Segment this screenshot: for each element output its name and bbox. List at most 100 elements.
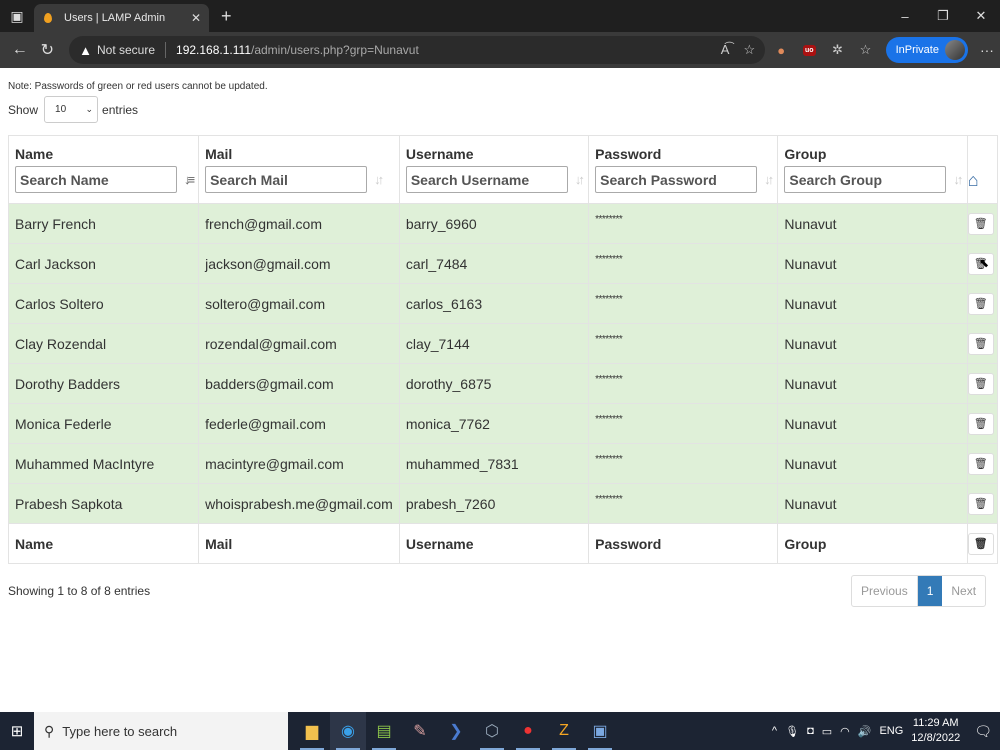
search-group-input[interactable]: Search Group [784,166,947,193]
entries-select[interactable]: 10 ⌄ [44,96,99,123]
table-row[interactable]: Dorothy Badders badders@gmail.com dorothy_… [7,363,999,404]
filezilla-app[interactable]: Z [546,712,582,750]
next-page-button[interactable]: Next [942,576,985,606]
address-bar[interactable]: ▲ Not secure 192.168.1.111/admin/users.p… [69,36,766,64]
profile-avatar [944,40,965,60]
footer-label: Name [7,523,200,564]
new-tab-button[interactable]: + [221,6,232,27]
minimize-button[interactable]: – [886,0,924,32]
cell-name: Prabesh Sapkota [7,483,200,524]
cell-name: Barry French [7,203,200,244]
read-aloud-icon[interactable]: A͡ [721,42,730,58]
cookie-extension-icon[interactable]: ● [769,36,793,64]
sort-icon[interactable]: ↓↑ [764,172,774,187]
mouse-cursor-icon: ⬉ [979,256,990,270]
inprivate-badge[interactable]: InPrivate [885,37,968,63]
back-button[interactable]: ← [6,36,34,64]
delete-user-button[interactable]: 🗑 [967,452,994,475]
cell-mail: rozendal@gmail.com [198,323,400,364]
paint-app[interactable]: ✎ [402,712,438,750]
volume-icon[interactable]: 🔊 [858,725,872,738]
extensions-puzzle-icon[interactable]: ✲ [825,36,849,64]
search-password-input[interactable]: Search Password [595,166,758,193]
cell-password: ******** [588,403,779,444]
close-window-button[interactable]: ✕ [962,0,1000,32]
search-name-input[interactable]: Search Name [15,166,177,193]
microphone-icon[interactable]: 🎙 [785,725,799,738]
refresh-icon: ↻ [40,42,55,59]
discord-icon[interactable]: ◘ [807,725,814,737]
delete-user-button[interactable]: 🗑 [967,412,994,435]
table-row[interactable]: Carlos Soltero soltero@gmail.com carlos_61… [7,283,999,324]
favorite-star-icon[interactable]: ☆ [743,42,755,58]
ublock-extension-icon[interactable]: uo [797,36,821,64]
window-controls: – ❐ ✕ [886,0,1000,32]
table-row[interactable]: Muhammed MacIntyre macintyre@gmail.com muh… [7,443,999,484]
cell-actions: 🗑 [966,323,999,364]
sort-icon[interactable]: ↓↑ [374,172,384,187]
chevron-down-icon: ⌄ [85,104,94,114]
virtualbox-app[interactable]: ⬡ [474,712,510,750]
column-header-mail: Mail Search Mail ↓↑ [198,135,400,204]
taskbar-search-placeholder: Type here to search [62,723,178,739]
more-options-icon[interactable]: ··· [980,42,994,58]
delete-user-button[interactable]: 🗑 [967,492,994,515]
table-row[interactable]: Prabesh Sapkota whoisprabesh.me@gmail.com… [7,483,999,524]
file-explorer-app[interactable]: ▆ [294,712,330,750]
network-computer-icon: ▣ [592,723,608,740]
search-mail-input[interactable]: Search Mail [205,166,368,193]
cell-username: dorothy_6875 [398,363,590,404]
powershell-icon: ❯ [449,723,463,740]
cell-password: ******** [588,203,779,244]
refresh-button[interactable]: ↻ [34,36,62,64]
trash-icon: 🗑 [973,498,988,510]
delete-user-button[interactable]: 🗑 [967,212,994,235]
column-label: Name [15,146,54,162]
table-row[interactable]: Clay Rozendal rozendal@gmail.com clay_7144… [7,323,999,364]
browser-tab[interactable]: Users | LAMP Admin ✕ [34,4,209,32]
filezilla-icon: Z [559,722,569,739]
delete-user-button[interactable]: 🗑 [967,332,994,355]
home-icon[interactable]: ⌂ [968,170,979,191]
clock[interactable]: 11:29 AM 12/8/2022 [911,716,960,746]
edge-icon: ◉ [341,723,355,740]
windows-logo-icon: ⊞ [10,723,24,740]
tab-actions-button[interactable]: ▣ [0,0,34,32]
edge-app[interactable]: ◉ [330,712,366,750]
battery-icon[interactable]: ▭ [822,725,832,738]
show-hidden-icons-icon[interactable]: ^ [772,725,777,737]
restore-button[interactable]: ❐ [924,0,962,32]
wifi-icon[interactable]: ◠ [840,725,850,738]
taskbar-search[interactable]: ⚲ Type here to search [34,712,288,750]
arrow-left-icon: ← [11,41,28,58]
delete-user-button[interactable]: 🗑 [967,292,994,315]
previous-page-button[interactable]: Previous [852,576,918,606]
table-row[interactable]: Barry French french@gmail.com barry_6960 **… [7,203,999,244]
start-button[interactable]: ⊞ [0,712,34,750]
delete-selected-button[interactable]: 🗑 [967,532,994,555]
address-separator [165,42,167,58]
sort-asc-icon[interactable]: ↓≡ [184,172,195,187]
notifications-icon[interactable]: 🗨 [974,723,992,740]
table-row[interactable]: Carl Jackson jackson@gmail.com carl_7484 **… [7,243,999,284]
security-label[interactable]: Not secure [97,43,155,57]
delete-user-button[interactable]: 🗑 [967,372,994,395]
sort-icon[interactable]: ↓↑ [953,172,963,187]
sort-icon[interactable]: ↓↑ [575,172,585,187]
trash-icon: 🗑 [973,338,988,350]
language-indicator[interactable]: ENG [879,725,903,737]
cell-group: Nunavut [777,243,968,284]
tab-close-icon[interactable]: ✕ [191,11,201,25]
favorites-list-icon[interactable]: ☆ [853,36,877,64]
column-label: Group [784,146,827,162]
page-1-button[interactable]: 1 [917,576,943,606]
search-username-input[interactable]: Search Username [405,166,568,193]
obs-app[interactable]: ● [510,712,546,750]
table-row[interactable]: Monica Federle federle@gmail.com monica_77… [7,403,999,444]
trash-icon: 🗑 [973,458,988,470]
paint-icon: ✎ [413,723,427,740]
network-app[interactable]: ▣ [582,712,618,750]
powershell-app[interactable]: ❯ [438,712,474,750]
virtualbox-icon: ⬡ [485,723,499,740]
notepad-app[interactable]: ▤ [366,712,402,750]
